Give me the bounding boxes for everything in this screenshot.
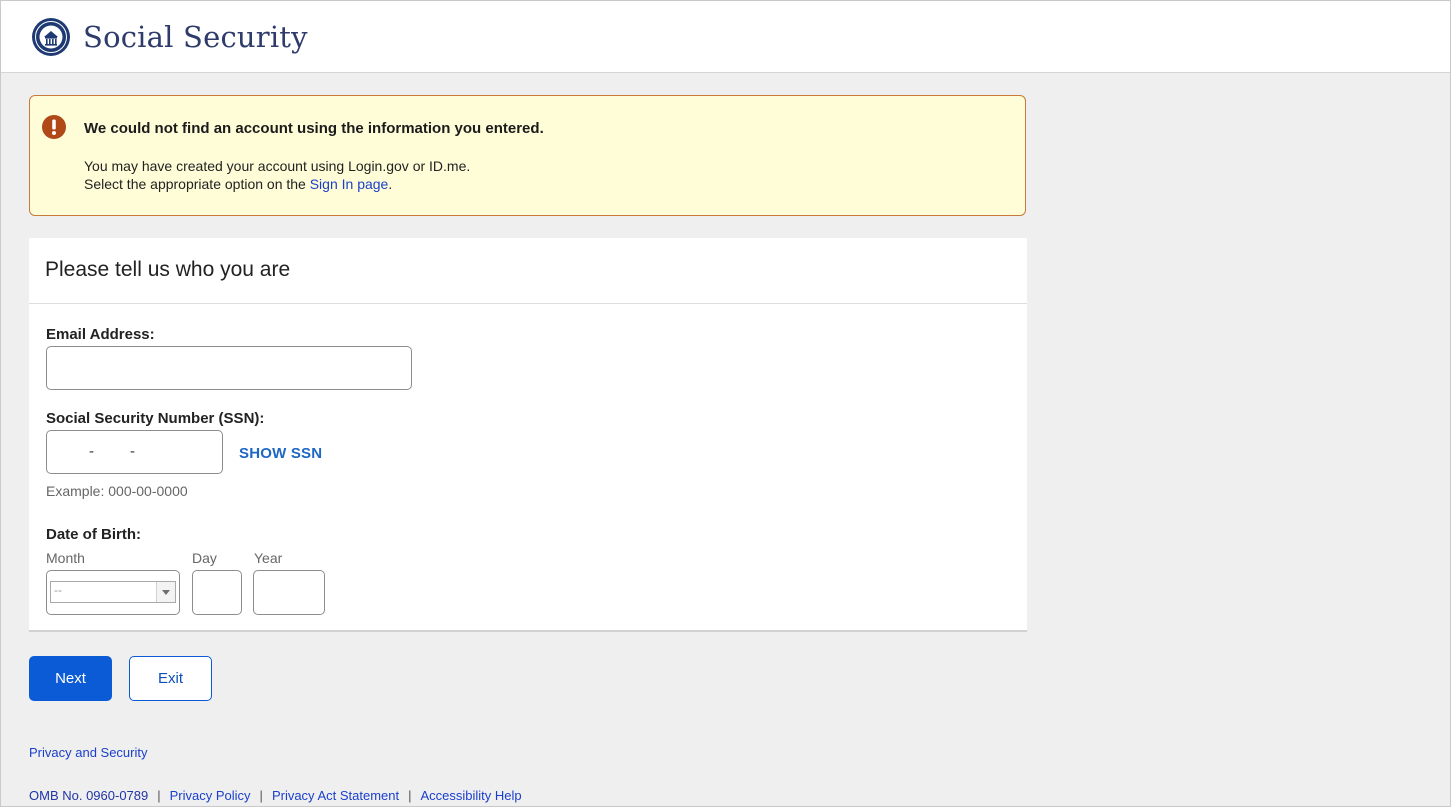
ssa-seal-icon: [32, 17, 70, 56]
omb-number: OMB No. 0960-0789: [29, 788, 149, 803]
alert-instruction-suffix: .: [388, 176, 393, 192]
email-field[interactable]: [46, 346, 412, 390]
alert-title: We could not find an account using the i…: [84, 120, 544, 137]
show-ssn-toggle[interactable]: SHOW SSN: [239, 445, 322, 462]
month-dropdown[interactable]: --: [50, 581, 176, 603]
exit-button[interactable]: Exit: [129, 656, 212, 701]
day-field[interactable]: [192, 570, 242, 615]
ssn-separator: -: [130, 443, 135, 460]
month-select[interactable]: --: [46, 570, 180, 615]
site-title[interactable]: Social Security: [83, 20, 308, 54]
privacy-act-statement-link[interactable]: Privacy Act Statement: [272, 788, 399, 803]
ssn-field[interactable]: - -: [46, 430, 223, 474]
next-button[interactable]: Next: [29, 656, 112, 701]
alert-instruction: Select the appropriate option on the Sig…: [84, 176, 392, 192]
privacy-policy-link[interactable]: Privacy Policy: [170, 788, 251, 803]
form-header: Please tell us who you are: [29, 238, 1027, 304]
sign-in-page-link[interactable]: Sign In page: [310, 176, 389, 192]
form-heading: Please tell us who you are: [45, 258, 291, 281]
alert-message: You may have created your account using …: [84, 158, 471, 174]
privacy-security-link[interactable]: Privacy and Security: [29, 745, 148, 760]
year-label: Year: [254, 550, 283, 566]
month-label: Month: [46, 550, 85, 566]
alert-instruction-prefix: Select the appropriate option on the: [84, 176, 310, 192]
year-field[interactable]: [253, 570, 325, 615]
footer-links: OMB No. 0960-0789 | Privacy Policy | Privacy…: [29, 788, 522, 803]
error-alert: We could not find an account using the i…: [29, 95, 1026, 216]
email-label: Email Address:: [46, 326, 155, 343]
exclamation-icon: [42, 115, 66, 139]
identity-form-card: Please tell us who you are Email Address…: [29, 238, 1027, 632]
ssn-separator: -: [89, 443, 94, 460]
accessibility-help-link[interactable]: Accessibility Help: [421, 788, 522, 803]
ssn-label: Social Security Number (SSN):: [46, 410, 265, 427]
chevron-down-icon[interactable]: [156, 582, 175, 602]
footer-separator: |: [408, 788, 412, 803]
day-label: Day: [192, 550, 217, 566]
month-selected-value: --: [54, 583, 62, 597]
dob-label: Date of Birth:: [46, 526, 141, 543]
ssn-example-hint: Example: 000-00-0000: [46, 483, 188, 499]
site-header: Social Security: [1, 1, 1450, 73]
footer-separator: |: [157, 788, 161, 803]
footer-separator: |: [259, 788, 263, 803]
